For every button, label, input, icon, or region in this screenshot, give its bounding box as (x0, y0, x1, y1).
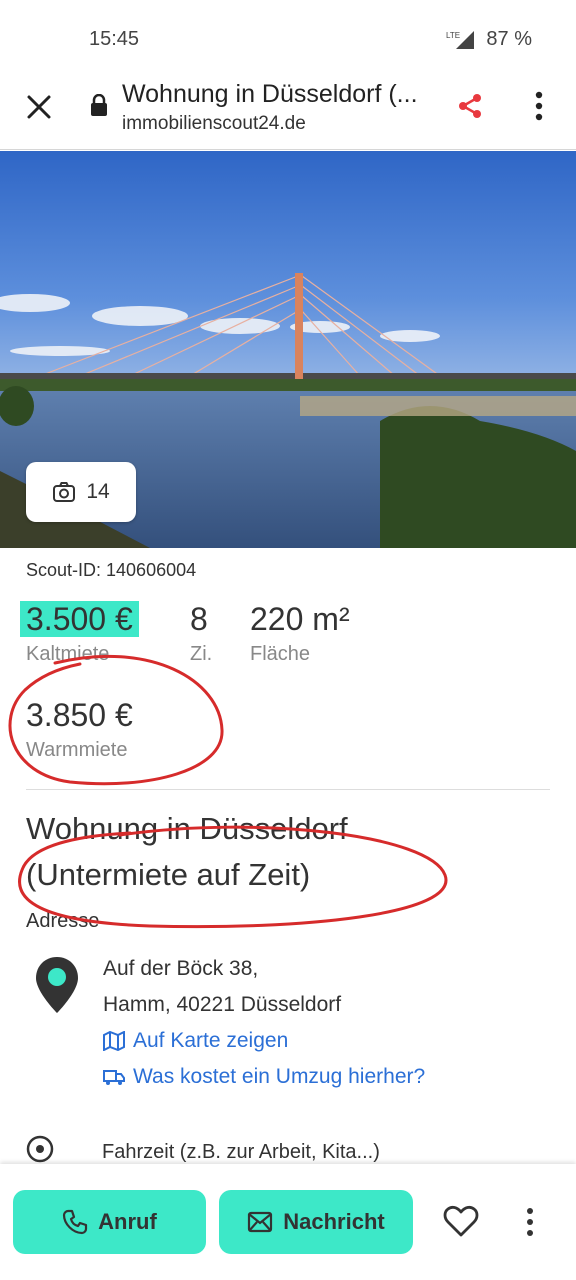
warm-rent-label: Warmmiete (26, 739, 128, 761)
status-indicators: LTE 87 % (446, 28, 532, 51)
bottom-action-bar: Anruf Nachricht (0, 1164, 576, 1280)
warm-rent: 3.850 € Warmmiete (26, 697, 133, 762)
cold-rent: 3.500 € Kaltmiete (20, 601, 139, 666)
cold-rent-label: Kaltmiete (26, 643, 110, 665)
moving-cost-link-label[interactable]: Was kostet ein Umzug hierher? (133, 1065, 425, 1089)
message-button-label[interactable]: Nachricht (283, 1209, 384, 1235)
share-icon[interactable] (456, 92, 484, 120)
status-bar: 15:45 LTE 87 % (0, 0, 576, 78)
camera-icon (53, 482, 76, 502)
phone-icon (63, 1209, 88, 1235)
envelope-icon (248, 1211, 273, 1233)
warm-rent-value: 3.850 € (26, 697, 133, 733)
rooms-label: Zi. (190, 643, 213, 665)
call-button[interactable]: Anruf (13, 1190, 206, 1254)
map-link[interactable]: Auf Karte zeigen (103, 1029, 288, 1053)
map-icon (103, 1031, 125, 1051)
moving-cost-link[interactable]: Was kostet ein Umzug hierher? (103, 1065, 425, 1089)
page-title: Wohnung in Düsseldorf (... (122, 80, 418, 108)
travel-time-item[interactable]: Fahrzeit (z.B. zur Arbeit, Kita...) (102, 1141, 380, 1164)
area-value: 220 m² (250, 601, 350, 637)
more-options-icon[interactable] (518, 1204, 542, 1240)
signal-icon: LTE (446, 29, 476, 51)
address-heading: Adresse (26, 910, 100, 932)
call-button-label[interactable]: Anruf (98, 1209, 157, 1235)
message-button[interactable]: Nachricht (219, 1190, 413, 1254)
rooms: 8 Zi. (190, 601, 212, 666)
address-city: Hamm, 40221 Düsseldorf (103, 993, 342, 1016)
truck-icon (103, 1070, 125, 1085)
listing-title-line2: (Untermiete auf Zeit) (26, 857, 311, 892)
location-pin-icon (34, 955, 80, 1015)
target-icon (25, 1134, 55, 1164)
area: 220 m² Fläche (250, 601, 350, 666)
close-icon[interactable] (22, 90, 56, 124)
address-street: Auf der Böck 38, (103, 957, 259, 980)
rooms-value: 8 (190, 601, 208, 637)
browser-toolbar: Wohnung in Düsseldorf (... immobiliensco… (0, 70, 576, 150)
heart-icon[interactable] (443, 1204, 479, 1240)
listing-photo[interactable]: 14 (0, 151, 576, 548)
area-label: Fläche (250, 643, 311, 665)
listing-title: Wohnung in Düsseldorf (Untermiete auf Ze… (26, 806, 546, 898)
more-vertical-icon[interactable] (526, 88, 552, 124)
divider (26, 789, 550, 790)
photo-count-button[interactable]: 14 (26, 462, 136, 522)
status-time: 15:45 (89, 28, 140, 50)
page-domain: immobilienscout24.de (122, 113, 306, 134)
cold-rent-value: 3.500 € (20, 601, 139, 637)
photo-count: 14 (86, 480, 110, 503)
scout-id: Scout-ID: 140606004 (26, 560, 197, 580)
lock-icon (90, 93, 108, 116)
network-type-label: LTE (446, 31, 460, 40)
listing-title-line1: Wohnung in Düsseldorf (26, 811, 348, 846)
battery-level: 87 % (486, 28, 532, 50)
map-link-label[interactable]: Auf Karte zeigen (133, 1029, 288, 1053)
